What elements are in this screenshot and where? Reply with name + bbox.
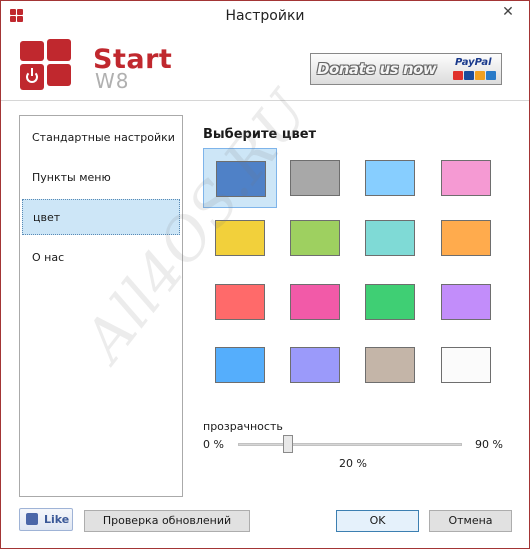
credit-cards-icon bbox=[453, 71, 499, 81]
transparency-slider-track[interactable] bbox=[238, 443, 462, 446]
color-swatch-14[interactable] bbox=[278, 335, 352, 395]
settings-window: Настройки ✕ Start W8 Donate us now PayPa… bbox=[0, 0, 530, 549]
color-swatch-fill bbox=[441, 347, 491, 383]
check-updates-button[interactable]: Проверка обновлений bbox=[84, 510, 250, 532]
color-swatch-fill bbox=[290, 284, 340, 320]
transparency-slider-thumb[interactable] bbox=[282, 435, 293, 453]
color-swatch-fill bbox=[441, 160, 491, 196]
color-swatch-fill bbox=[365, 160, 415, 196]
transparency-value-label: 20 % bbox=[339, 457, 367, 470]
window-title: Настройки bbox=[225, 8, 305, 24]
color-swatch-fill bbox=[365, 284, 415, 320]
color-swatch-9[interactable] bbox=[203, 272, 277, 332]
color-swatch-fill bbox=[290, 347, 340, 383]
color-swatch-16[interactable] bbox=[429, 335, 503, 395]
color-swatch-15[interactable] bbox=[353, 335, 427, 395]
color-swatch-fill bbox=[441, 284, 491, 320]
color-swatch-4[interactable] bbox=[429, 148, 503, 208]
color-swatch-8[interactable] bbox=[429, 208, 503, 268]
color-swatch-fill bbox=[365, 220, 415, 256]
color-swatch-fill bbox=[365, 347, 415, 383]
nav-item-menu-items[interactable]: Пункты меню bbox=[22, 160, 180, 196]
brand-w8-text: W8 bbox=[95, 69, 130, 93]
color-swatch-fill bbox=[215, 284, 265, 320]
nav-item-standard-settings[interactable]: Стандартные настройки bbox=[22, 120, 180, 156]
transparency-min-label: 0 % bbox=[203, 438, 224, 451]
color-swatch-fill bbox=[290, 160, 340, 196]
color-swatch-fill bbox=[215, 347, 265, 383]
color-swatch-11[interactable] bbox=[353, 272, 427, 332]
color-swatch-fill bbox=[290, 220, 340, 256]
start-w8-logo-icon bbox=[20, 39, 80, 94]
color-swatch-10[interactable] bbox=[278, 272, 352, 332]
facebook-like-button[interactable]: Like bbox=[19, 508, 73, 531]
color-swatch-12[interactable] bbox=[429, 272, 503, 332]
transparency-max-label: 90 % bbox=[475, 438, 503, 451]
title-bar: Настройки ✕ bbox=[1, 1, 529, 31]
like-label: Like bbox=[44, 513, 70, 526]
thumbs-up-icon bbox=[26, 513, 38, 525]
color-swatch-fill bbox=[441, 220, 491, 256]
transparency-label: прозрачность bbox=[203, 420, 283, 433]
color-swatch-13[interactable] bbox=[203, 335, 277, 395]
ok-button[interactable]: OK bbox=[336, 510, 419, 532]
color-swatch-3[interactable] bbox=[353, 148, 427, 208]
cancel-button[interactable]: Отмена bbox=[429, 510, 512, 532]
close-icon[interactable]: ✕ bbox=[493, 2, 523, 22]
color-swatch-7[interactable] bbox=[353, 208, 427, 268]
donate-label: Donate us now bbox=[317, 60, 437, 78]
donate-button[interactable]: Donate us now PayPal bbox=[310, 53, 502, 85]
color-swatch-6[interactable] bbox=[278, 208, 352, 268]
paypal-icon: PayPal bbox=[455, 57, 492, 68]
